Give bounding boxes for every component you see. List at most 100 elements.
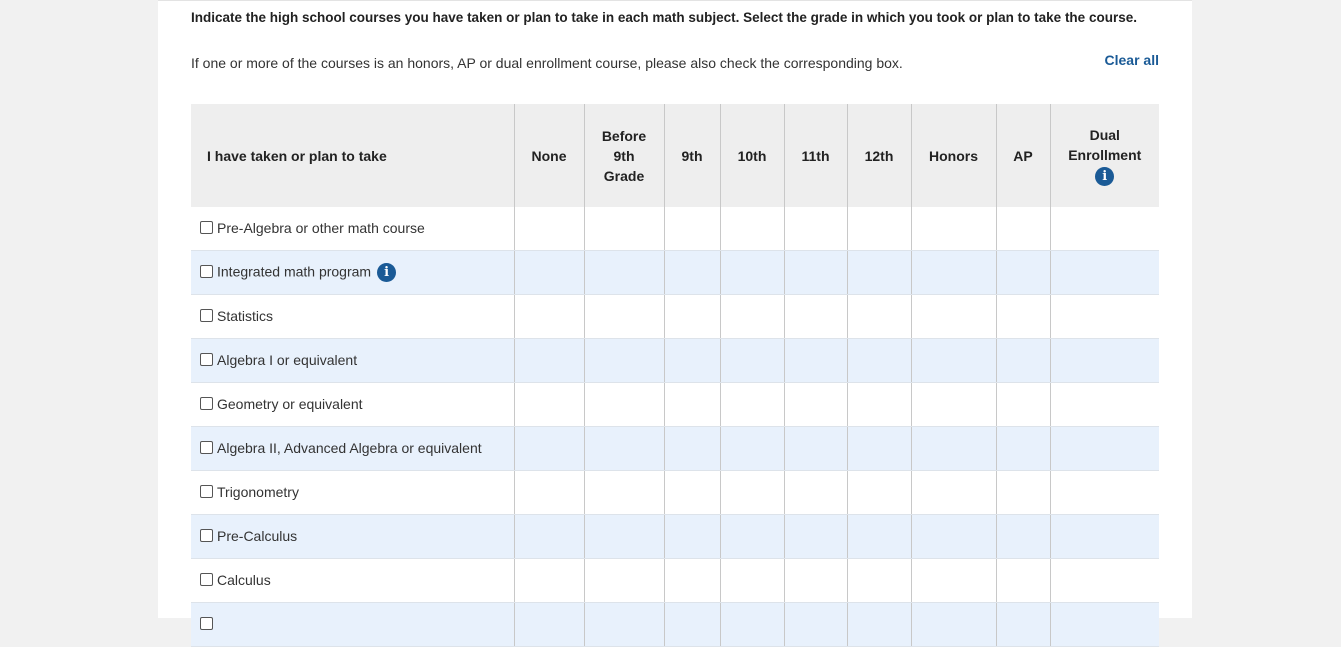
none-cell	[513, 207, 584, 251]
12th-cell	[846, 514, 911, 559]
course-cell: Statistics	[191, 294, 514, 339]
before-9th-cell	[583, 426, 664, 471]
12th-cell	[846, 470, 911, 515]
12th-cell	[846, 338, 911, 383]
course-cell: Algebra I or equivalent	[191, 338, 514, 383]
course-checkbox[interactable]	[200, 484, 213, 498]
12th-cell	[846, 382, 911, 427]
honors-cell	[910, 294, 996, 339]
10th-cell	[719, 294, 784, 339]
honors-cell	[910, 602, 996, 647]
course-label: Statistics	[217, 307, 274, 324]
course-label: Trigonometry	[217, 483, 299, 500]
ap-cell	[995, 558, 1050, 603]
header-dual-enrollment: Dual Enrollment i	[1049, 104, 1159, 207]
10th-cell	[719, 558, 784, 603]
9th-cell	[663, 558, 720, 603]
header-dual-line1: Dual	[1089, 126, 1120, 143]
table-row: Geometry or equivalent	[191, 382, 1159, 427]
10th-cell	[719, 338, 784, 383]
before-9th-cell	[583, 382, 664, 427]
before-9th-cell	[583, 602, 664, 647]
none-cell	[513, 514, 584, 559]
dual-cell	[1049, 338, 1159, 383]
10th-cell	[719, 250, 784, 295]
11th-cell	[783, 207, 847, 251]
integrated-math-info-icon[interactable]: i	[377, 263, 397, 282]
9th-cell	[663, 602, 720, 647]
before-9th-cell	[583, 250, 664, 295]
header-honors: Honors	[910, 104, 996, 207]
course-label: Calculus	[217, 571, 271, 588]
course-checkbox[interactable]	[200, 440, 213, 454]
9th-cell	[663, 294, 720, 339]
dual-cell	[1049, 250, 1159, 295]
table-row: Statistics	[191, 294, 1159, 339]
none-cell	[513, 338, 584, 383]
table-row: Algebra II, Advanced Algebra or equivale…	[191, 426, 1159, 471]
instructions-main: Indicate the high school courses you hav…	[191, 10, 1137, 25]
course-checkbox[interactable]	[200, 572, 213, 586]
dual-enrollment-info-icon[interactable]: i	[1095, 167, 1115, 187]
clear-all-link[interactable]: Clear all	[1105, 52, 1159, 68]
course-checkbox[interactable]	[200, 528, 213, 542]
12th-cell	[846, 558, 911, 603]
12th-cell	[846, 207, 911, 251]
dual-cell	[1049, 294, 1159, 339]
9th-cell	[663, 250, 720, 295]
header-ap: AP	[995, 104, 1050, 207]
11th-cell	[783, 470, 847, 515]
course-checkbox[interactable]	[200, 220, 213, 234]
11th-cell	[783, 382, 847, 427]
table-row: Pre-Algebra or other math course	[191, 207, 1159, 251]
dual-cell	[1049, 514, 1159, 559]
ap-cell	[995, 294, 1050, 339]
dual-cell	[1049, 207, 1159, 251]
none-cell	[513, 558, 584, 603]
honors-cell	[910, 338, 996, 383]
12th-cell	[846, 602, 911, 647]
course-cell: Pre-Algebra or other math course	[191, 207, 514, 251]
honors-cell	[910, 382, 996, 427]
11th-cell	[783, 426, 847, 471]
course-label: Algebra II, Advanced Algebra or equivale…	[217, 439, 482, 456]
course-cell: Geometry or equivalent	[191, 382, 514, 427]
course-cell: Pre-Calculus	[191, 514, 514, 559]
10th-cell	[719, 470, 784, 515]
honors-cell	[910, 207, 996, 251]
table-row: Pre-Calculus	[191, 514, 1159, 559]
instructions-note: If one or more of the courses is an hono…	[191, 55, 903, 71]
table-row	[191, 602, 1159, 647]
10th-cell	[719, 382, 784, 427]
course-checkbox[interactable]	[200, 396, 213, 410]
course-cell: Calculus	[191, 558, 514, 603]
11th-cell	[783, 338, 847, 383]
10th-cell	[719, 514, 784, 559]
10th-cell	[719, 207, 784, 251]
course-label: Algebra I or equivalent	[217, 351, 358, 368]
header-dual-line2: Enrollment	[1068, 146, 1142, 163]
11th-cell	[783, 294, 847, 339]
9th-cell	[663, 426, 720, 471]
dual-cell	[1049, 470, 1159, 515]
course-label: Geometry or equivalent	[217, 395, 363, 412]
honors-cell	[910, 426, 996, 471]
header-course: I have taken or plan to take	[191, 104, 514, 207]
course-checkbox[interactable]	[200, 616, 213, 630]
course-cell: Trigonometry	[191, 470, 514, 515]
course-checkbox[interactable]	[200, 308, 213, 322]
header-before-line3: Grade	[603, 167, 645, 184]
11th-cell	[783, 514, 847, 559]
10th-cell	[719, 426, 784, 471]
course-cell	[191, 602, 514, 647]
11th-cell	[783, 558, 847, 603]
course-checkbox[interactable]	[200, 264, 213, 278]
none-cell	[513, 470, 584, 515]
none-cell	[513, 426, 584, 471]
dual-cell	[1049, 382, 1159, 427]
honors-cell	[910, 514, 996, 559]
none-cell	[513, 602, 584, 647]
course-checkbox[interactable]	[200, 352, 213, 366]
course-label: Integrated math program	[217, 263, 372, 280]
ap-cell	[995, 382, 1050, 427]
